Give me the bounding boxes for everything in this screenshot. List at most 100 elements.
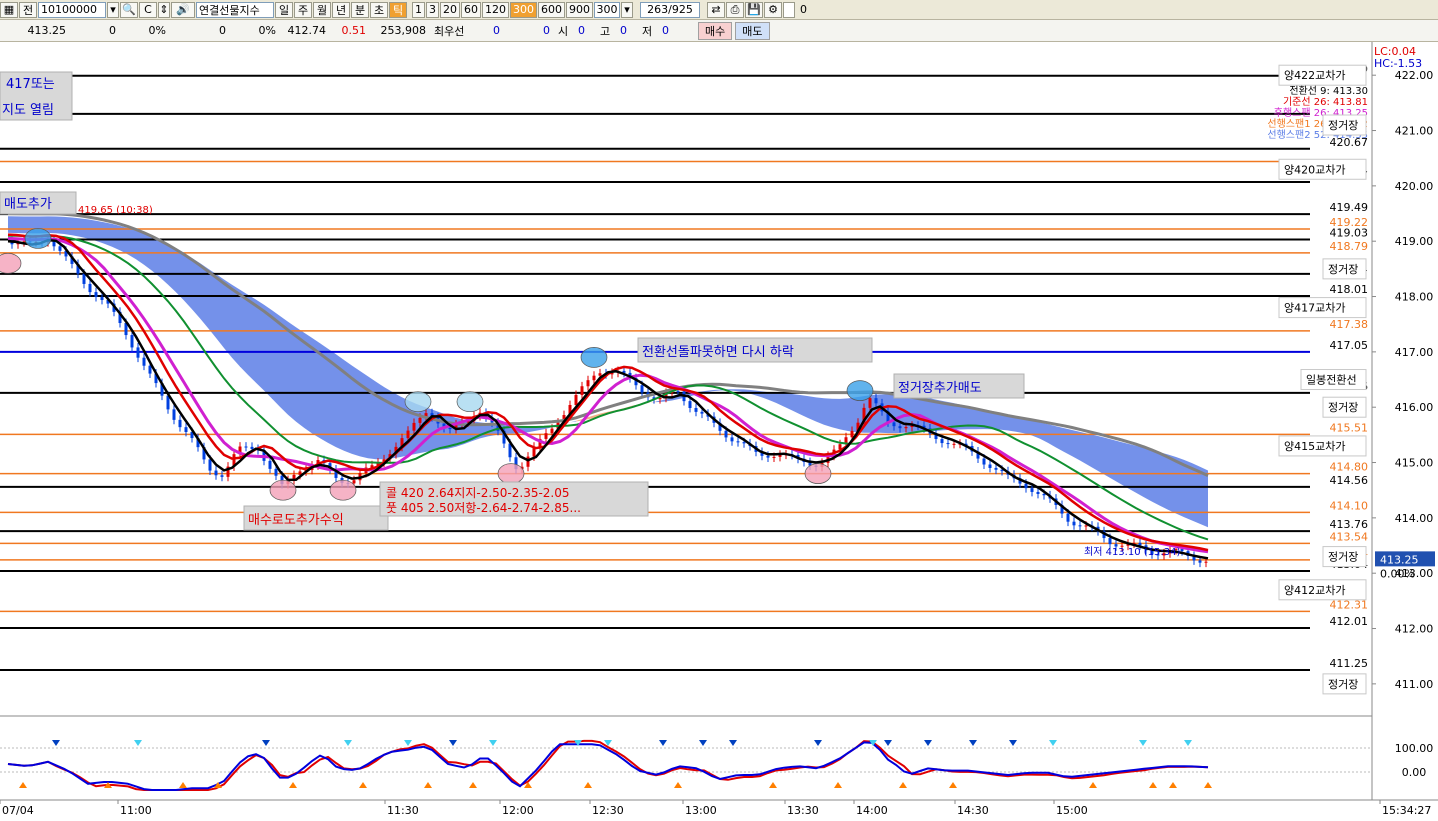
cloud-segment xyxy=(800,395,808,418)
high-marker: 419.65 (10:38) xyxy=(78,205,153,216)
cloud-segment xyxy=(368,376,376,460)
interval-button[interactable]: 600 xyxy=(538,1,565,18)
candle-body xyxy=(1078,525,1082,527)
candle-body xyxy=(1204,561,1208,563)
annotation-text: 정거장추가매도 xyxy=(898,381,982,396)
signal-circle xyxy=(580,347,608,368)
best-label: 최우선 xyxy=(434,24,465,38)
period-button[interactable]: 초 xyxy=(370,1,388,18)
interval-select[interactable]: 300 xyxy=(594,1,620,18)
line-value-label: 418.01 xyxy=(1330,283,1369,296)
period-button[interactable]: 틱 xyxy=(389,1,407,18)
period-button[interactable]: 주 xyxy=(294,1,312,18)
signal-circle xyxy=(846,380,874,401)
period-button[interactable]: 분 xyxy=(351,1,369,18)
quote-price: 413.25 xyxy=(27,24,67,37)
line-value-label: 419.49 xyxy=(1330,201,1369,214)
interval-button[interactable]: 3 xyxy=(426,1,439,18)
interval-button[interactable]: 120 xyxy=(482,1,509,18)
y-tick-label: 421.00 xyxy=(1395,125,1434,138)
candle-body xyxy=(1108,538,1112,545)
candle-body xyxy=(1024,483,1028,489)
candle-body xyxy=(130,335,134,348)
candle-body xyxy=(904,427,908,429)
cloud-segment xyxy=(168,244,176,293)
buy-button[interactable]: 매수 xyxy=(698,21,733,40)
settings-icon[interactable]: ⚙ xyxy=(764,1,782,18)
cloud-segment xyxy=(112,223,120,251)
price-chart[interactable]: 421.99420.67420.07419.49419.03418.41418.… xyxy=(0,42,1438,821)
candle-body xyxy=(676,391,680,393)
y-tick-label: 412.00 xyxy=(1395,623,1434,636)
print-icon[interactable]: ⎙ xyxy=(726,1,744,18)
line-value-label: 417.38 xyxy=(1330,318,1369,331)
cloud-segment xyxy=(232,284,240,367)
line-value-label: 413.76 xyxy=(1330,518,1369,531)
grid-icon[interactable]: ▦ xyxy=(0,1,18,18)
annotation-text: 매수로도추가수익 xyxy=(248,513,344,528)
period-button[interactable]: 년 xyxy=(332,1,350,18)
arrows-icon[interactable]: ⇄ xyxy=(707,1,725,18)
y-tick-label: 415.00 xyxy=(1395,457,1434,470)
candle-body xyxy=(448,428,452,430)
y-tick-label: 419.00 xyxy=(1395,235,1434,248)
x-axis-panel xyxy=(0,800,1438,821)
y-tick-label: 411.00 xyxy=(1395,678,1434,691)
save-icon[interactable]: 💾 xyxy=(745,1,763,18)
level-tag-text: 양422교차가 xyxy=(1284,69,1345,82)
cloud-segment xyxy=(1144,447,1152,502)
hc-label: HC:-1.53 xyxy=(1374,57,1422,70)
signal-circle xyxy=(404,391,432,413)
spinner-icon[interactable]: ⇕ xyxy=(158,1,170,18)
signal-circle xyxy=(456,391,484,413)
tab-label[interactable]: 전 xyxy=(19,1,37,18)
x-tick-label: 14:00 xyxy=(856,804,888,817)
line-value-label: 414.80 xyxy=(1330,461,1369,474)
cloud-segment xyxy=(1080,431,1088,466)
x-tick-label: 12:30 xyxy=(592,804,624,817)
level-tag-text: 일봉전환선 xyxy=(1306,373,1357,387)
candle-body xyxy=(250,446,254,449)
candle-body xyxy=(988,464,992,468)
candle-body xyxy=(352,480,356,484)
line-value-label: 419.22 xyxy=(1330,216,1369,229)
candle-body xyxy=(406,430,410,439)
code-input[interactable]: 10100000 xyxy=(38,1,106,18)
period-button[interactable]: 월 xyxy=(313,1,331,18)
candle-body xyxy=(136,347,140,358)
candle-body xyxy=(550,428,554,434)
candle-body xyxy=(742,442,746,444)
candle-body xyxy=(946,443,950,445)
annotation-text: 지도 열림 xyxy=(2,103,54,118)
interval-button[interactable]: 60 xyxy=(461,1,481,18)
interval-button[interactable]: 1 xyxy=(412,1,425,18)
candle-body xyxy=(1036,491,1040,494)
cloud-segment xyxy=(240,289,248,375)
candle-body xyxy=(640,385,644,393)
cloud-segment xyxy=(1152,450,1160,506)
interval-button[interactable]: 20 xyxy=(440,1,460,18)
signal-circle xyxy=(329,479,357,501)
chevron-down-icon[interactable]: ▾ xyxy=(621,1,633,18)
y-tick-label: 414.00 xyxy=(1395,512,1434,525)
period-button[interactable]: 일 xyxy=(275,1,293,18)
speaker-icon[interactable]: 🔊 xyxy=(171,1,195,18)
candle-body xyxy=(772,456,776,458)
cloud-segment xyxy=(1168,454,1176,514)
line-value-label: 412.01 xyxy=(1330,615,1369,628)
interval-button[interactable]: 900 xyxy=(566,1,593,18)
candle-body xyxy=(418,417,422,423)
level-tag-text: 양417교차가 xyxy=(1284,302,1345,315)
link-icon[interactable]: C xyxy=(139,1,157,18)
candle-body xyxy=(412,422,416,431)
sell-button[interactable]: 매도 xyxy=(735,21,770,40)
candle-body xyxy=(952,443,956,445)
interval-button[interactable]: 300 xyxy=(510,1,537,18)
dropdown-arrow-icon[interactable]: ▾ xyxy=(107,1,119,18)
cloud-segment xyxy=(56,216,64,234)
checkbox[interactable] xyxy=(783,1,795,18)
cloud-segment xyxy=(104,222,112,247)
search-icon[interactable]: 🔍 xyxy=(120,1,138,18)
candle-body xyxy=(850,430,854,438)
cloud-segment xyxy=(832,398,840,430)
